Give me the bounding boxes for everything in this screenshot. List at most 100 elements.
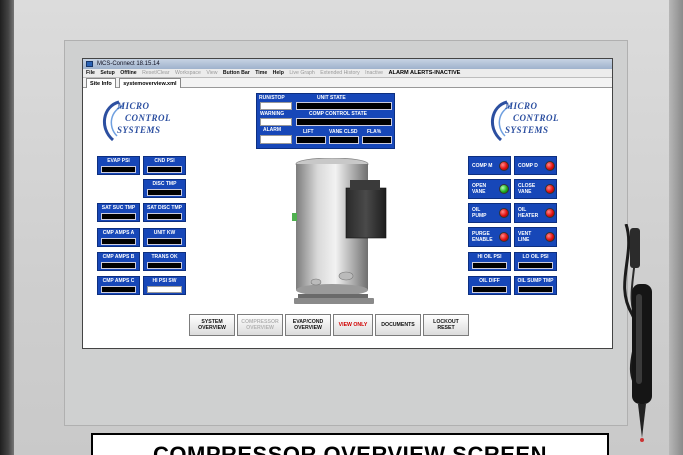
evap-psi-display [101, 166, 136, 173]
trans-ok-label: TRANS OK [151, 254, 178, 260]
warning-label: WARNING [260, 111, 285, 117]
purge-enable-led [499, 232, 509, 242]
comp-m-led [499, 161, 509, 171]
window-title: MCS-Connect 18.15.14 [97, 61, 160, 67]
sat-suc-tmp-display [101, 213, 136, 220]
oil-sump-tmp-display [518, 286, 553, 293]
sat-disc-tmp-panel: SAT DISC TMP [143, 203, 186, 222]
open-vane-label: OPEN VANE [472, 183, 487, 195]
menu-view[interactable]: View [206, 70, 217, 76]
menu-file[interactable]: File [86, 70, 95, 76]
comp-d-panel: COMP D [514, 156, 557, 175]
evap-psi-label: EVAP PSI [107, 158, 130, 164]
cnd-psi-label: CND PSI [154, 158, 175, 164]
unit-state-display [296, 102, 392, 110]
evap-psi-panel: EVAP PSI [97, 156, 140, 175]
logo-line3: SYSTEMS [117, 125, 161, 135]
open-vane-led [499, 184, 509, 194]
oil-pump-label: OIL PUMP [472, 207, 487, 219]
hi-oil-psi-display [472, 262, 507, 269]
compressor-overview-button[interactable]: COMPRESSOR OVERVIEW [237, 314, 283, 336]
disc-tmp-label: DISC TMP [152, 181, 177, 187]
cmp-amps-c-display [101, 286, 136, 293]
menu-help[interactable]: Help [273, 70, 284, 76]
cnd-psi-display [147, 166, 182, 173]
app-window: MCS-Connect 18.15.14 File Setup Offline … [82, 58, 613, 349]
oil-sump-tmp-panel: OIL SUMP TMP [514, 276, 557, 295]
sat-suc-tmp-label: SAT SUC TMP [101, 205, 136, 211]
lo-oil-psi-display [518, 262, 553, 269]
trans-ok-panel: TRANS OK [143, 252, 186, 271]
compressor-image [292, 158, 387, 304]
logo-line2: CONTROL [513, 113, 559, 123]
lo-oil-psi-label: LO OIL PSI [522, 254, 549, 260]
stylus-pen [623, 224, 652, 442]
tab-system-overview-file[interactable]: systemoverview.xml [119, 78, 181, 88]
mcs-logo-right: MICRO CONTROL SYSTEMS [485, 98, 577, 144]
alarm-label: ALARM [263, 127, 282, 133]
evap-cond-overview-button[interactable]: EVAP/COND OVERVIEW [285, 314, 331, 336]
purge-enable-label: PURGE ENABLE [472, 231, 493, 243]
unit-kw-label: UNIT KW [153, 230, 176, 236]
menu-extended-history[interactable]: Extended History [320, 70, 360, 76]
oil-diff-display [472, 286, 507, 293]
oil-heater-panel: OIL HEATER [514, 203, 557, 223]
unit-kw-panel: UNIT KW [143, 228, 186, 247]
sat-disc-tmp-display [147, 213, 182, 220]
logo-line2: CONTROL [125, 113, 171, 123]
vent-line-led [545, 232, 555, 242]
view-only-button[interactable]: VIEW ONLY [333, 314, 373, 336]
hi-psi-sw-display [147, 286, 182, 293]
trans-ok-display [147, 262, 182, 269]
comp-d-label: COMP D [518, 163, 538, 169]
caption: COMPRESSOR OVERVIEW SCREEN [91, 433, 609, 455]
menu-offline[interactable]: Offline [120, 70, 136, 76]
hi-oil-psi-panel: HI OIL PSI [468, 252, 511, 271]
menu-setup[interactable]: Setup [100, 70, 114, 76]
menu-time[interactable]: Time [255, 70, 267, 76]
menu-workspace[interactable]: Workspace [175, 70, 201, 76]
hi-oil-psi-label: HI OIL PSI [477, 254, 502, 260]
lift-label: LIFT [303, 129, 314, 135]
tab-site-info[interactable]: Site Info [86, 78, 116, 88]
overview-content: MICRO CONTROL SYSTEMS MICRO CONTROL SYST… [83, 88, 612, 348]
comp-m-panel: COMP M [468, 156, 511, 175]
mcs-logo-left: MICRO CONTROL SYSTEMS [97, 98, 189, 144]
oil-diff-panel: OIL DIFF [468, 276, 511, 295]
run-stop-label: RUN/STOP [259, 95, 285, 101]
menu-button-bar[interactable]: Button Bar [223, 70, 250, 76]
menu-live-graph[interactable]: Live Graph [289, 70, 314, 76]
close-vane-panel: CLOSE VANE [514, 179, 557, 199]
sat-disc-tmp-label: SAT DISC TMP [147, 205, 182, 211]
oil-heater-label: OIL HEATER [518, 207, 539, 219]
cnd-psi-panel: CND PSI [143, 156, 186, 175]
vane-clsd-label: VANE CLSD [329, 129, 358, 135]
cmp-amps-a-panel: CMP AMPS A [97, 228, 140, 247]
comp-d-led [545, 161, 555, 171]
alarm-status: ALARM ALERTS-INACTIVE [388, 70, 461, 76]
cmp-amps-c-panel: CMP AMPS C [97, 276, 140, 295]
unit-state-label: UNIT STATE [317, 95, 346, 101]
cmp-amps-b-display [101, 262, 136, 269]
oil-heater-led [545, 208, 555, 218]
app-icon [86, 61, 93, 67]
cmp-amps-a-display [101, 238, 136, 245]
menu-inactive[interactable]: Inactive [365, 70, 383, 76]
tab-bar: Site Info systemoverview.xml [83, 78, 612, 88]
system-overview-button[interactable]: SYSTEM OVERVIEW [189, 314, 235, 336]
cmp-amps-c-label: CMP AMPS C [102, 278, 135, 284]
unit-state-panel: RUN/STOP UNIT STATE WARNING COMP CONTROL… [256, 93, 395, 149]
lo-oil-psi-panel: LO OIL PSI [514, 252, 557, 271]
menu-reset-clear[interactable]: Reset/Clear [142, 70, 169, 76]
close-vane-label: CLOSE VANE [518, 183, 536, 195]
disc-tmp-panel: DISC TMP [143, 179, 186, 198]
unit-kw-display [147, 238, 182, 245]
lockout-reset-button[interactable]: LOCKOUT RESET [423, 314, 469, 336]
oil-pump-led [499, 208, 509, 218]
monitor-bezel-left [0, 0, 14, 455]
open-vane-panel: OPEN VANE [468, 179, 511, 199]
oil-diff-label: OIL DIFF [479, 278, 500, 284]
comp-control-state-display [296, 118, 392, 126]
documents-button[interactable]: DOCUMENTS [375, 314, 421, 336]
lift-display [296, 136, 326, 144]
